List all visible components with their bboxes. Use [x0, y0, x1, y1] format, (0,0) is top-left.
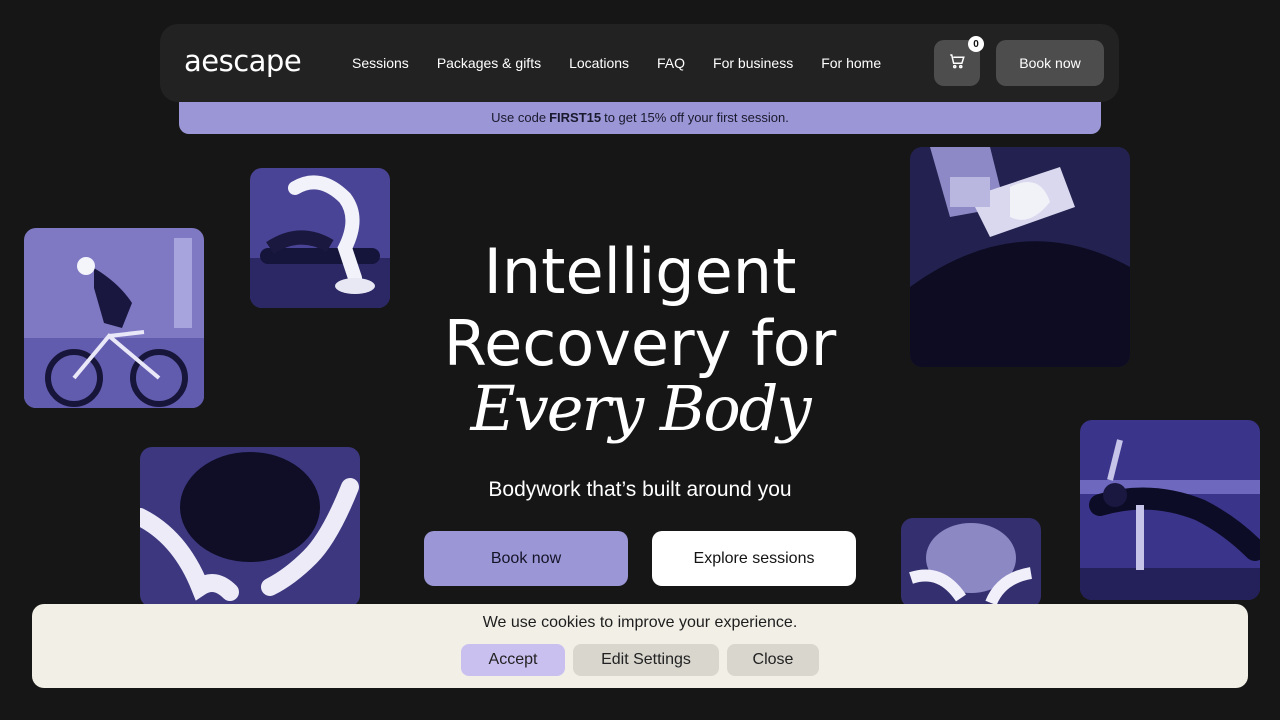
promo-code: FIRST15: [549, 110, 602, 125]
cookie-accept-button[interactable]: Accept: [461, 644, 565, 676]
logo[interactable]: aescape: [184, 44, 302, 78]
nav-sessions[interactable]: Sessions: [352, 55, 409, 71]
cart-icon: [948, 52, 966, 75]
explore-sessions-button[interactable]: Explore sessions: [652, 531, 856, 586]
robot-arm-closeup-photo: [910, 147, 1130, 367]
cart-button[interactable]: 0: [934, 36, 984, 86]
navbar: aescape Sessions Packages & gifts Locati…: [160, 24, 1119, 102]
hero-title-line2: Recovery for: [443, 307, 837, 380]
promo-prefix: Use code: [491, 110, 547, 125]
hero-title-line1: Intelligent: [483, 235, 797, 308]
nav-for-home[interactable]: For home: [821, 55, 881, 71]
cookie-edit-settings-button[interactable]: Edit Settings: [573, 644, 719, 676]
nav-locations[interactable]: Locations: [569, 55, 629, 71]
nav-faq[interactable]: FAQ: [657, 55, 685, 71]
dual-robot-arms-photo: [140, 447, 360, 607]
cookie-close-button[interactable]: Close: [727, 644, 819, 676]
cookie-actions: Accept Edit Settings Close: [32, 644, 1248, 676]
yoga-photo: [1080, 420, 1260, 600]
promo-banner: Use code FIRST15 to get 15% off your fir…: [179, 101, 1101, 134]
hero-title: Intelligent Recovery for: [340, 236, 940, 380]
nav-for-business[interactable]: For business: [713, 55, 793, 71]
cookie-banner: We use cookies to improve your experienc…: [32, 604, 1248, 688]
hero-title-italic: Every Body: [470, 372, 812, 445]
promo-suffix: to get 15% off your first session.: [604, 110, 789, 125]
hero-subtitle: Bodywork that’s built around you: [488, 478, 792, 501]
cyclist-photo: [24, 228, 204, 408]
nav-packages-gifts[interactable]: Packages & gifts: [437, 55, 541, 71]
nav-links: Sessions Packages & gifts Locations FAQ …: [352, 24, 909, 102]
hero-book-now-button[interactable]: Book now: [424, 531, 628, 586]
cookie-message: We use cookies to improve your experienc…: [482, 614, 798, 631]
header-book-now-button[interactable]: Book now: [996, 40, 1104, 86]
robot-back-massage-photo: [901, 518, 1041, 608]
cart-count-badge: 0: [968, 36, 984, 52]
